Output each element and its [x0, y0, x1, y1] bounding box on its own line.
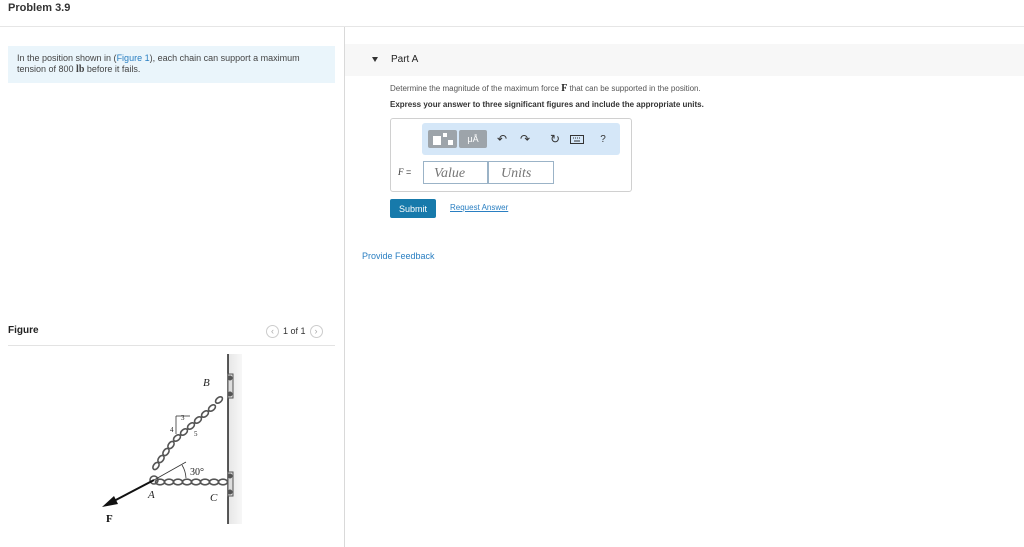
keyboard-icon[interactable]	[569, 130, 585, 148]
question-text: Determine the magnitude of the maximum f…	[390, 83, 701, 94]
figure-link[interactable]: Figure 1	[117, 53, 150, 63]
label-slope-rise: 3	[181, 414, 185, 422]
intro-text-before: In the position shown in (	[17, 53, 117, 63]
label-slope-run: 4	[170, 426, 174, 434]
figure-divider	[8, 345, 335, 346]
request-answer-link[interactable]: Request Answer	[450, 203, 508, 212]
label-b: B	[203, 377, 210, 389]
chain-diagram: B A C F 30° 3 4 5	[102, 354, 242, 525]
value-input[interactable]	[423, 161, 488, 184]
figure-pager: ‹ 1 of 1 ›	[266, 324, 323, 338]
help-button[interactable]: ?	[597, 130, 609, 148]
wall-bracket-b	[227, 373, 234, 399]
submit-button[interactable]: Submit	[390, 199, 436, 218]
template-icon[interactable]	[428, 130, 457, 148]
question-before: Determine the magnitude of the maximum f…	[390, 84, 562, 93]
label-a: A	[147, 489, 155, 501]
pager-text: 1 of 1	[283, 326, 306, 336]
part-a-header[interactable]	[345, 44, 1024, 76]
redo-icon[interactable]: ↷	[518, 130, 532, 148]
top-divider	[0, 26, 1024, 27]
collapse-caret-icon[interactable]	[372, 57, 378, 62]
chain-ab	[152, 395, 224, 471]
question-after: that can be supported in the position.	[567, 84, 701, 93]
label-slope-hyp: 5	[194, 430, 198, 438]
vertical-divider	[344, 27, 345, 547]
intro-text-end: before it fails.	[84, 64, 141, 74]
f-label: F =	[398, 167, 411, 177]
reset-icon[interactable]: ↻	[548, 130, 562, 148]
units-button[interactable]: μÅ	[459, 130, 487, 148]
units-input[interactable]	[488, 161, 554, 184]
figure-heading: Figure	[8, 325, 39, 336]
f-equals: =	[403, 167, 412, 177]
problem-intro: In the position shown in (Figure 1), eac…	[8, 46, 335, 83]
problem-title: Problem 3.9	[8, 2, 71, 14]
label-c: C	[210, 492, 218, 504]
wall-bracket-c	[227, 471, 234, 497]
chevron-right-icon[interactable]: ›	[309, 324, 323, 338]
chevron-left-icon[interactable]: ‹	[266, 324, 279, 338]
undo-icon[interactable]: ↶	[495, 130, 509, 148]
provide-feedback-link[interactable]: Provide Feedback	[362, 251, 435, 261]
label-angle: 30°	[190, 467, 204, 478]
part-a-title[interactable]: Part A	[391, 54, 418, 65]
angle-arc	[181, 464, 187, 479]
chain-ac	[154, 478, 229, 486]
label-f: F	[106, 513, 113, 525]
math-toolbar: μÅ ↶ ↷ ↻ ?	[422, 123, 620, 155]
force-arrowhead	[102, 496, 118, 507]
answer-instruction: Express your answer to three significant…	[390, 100, 704, 109]
